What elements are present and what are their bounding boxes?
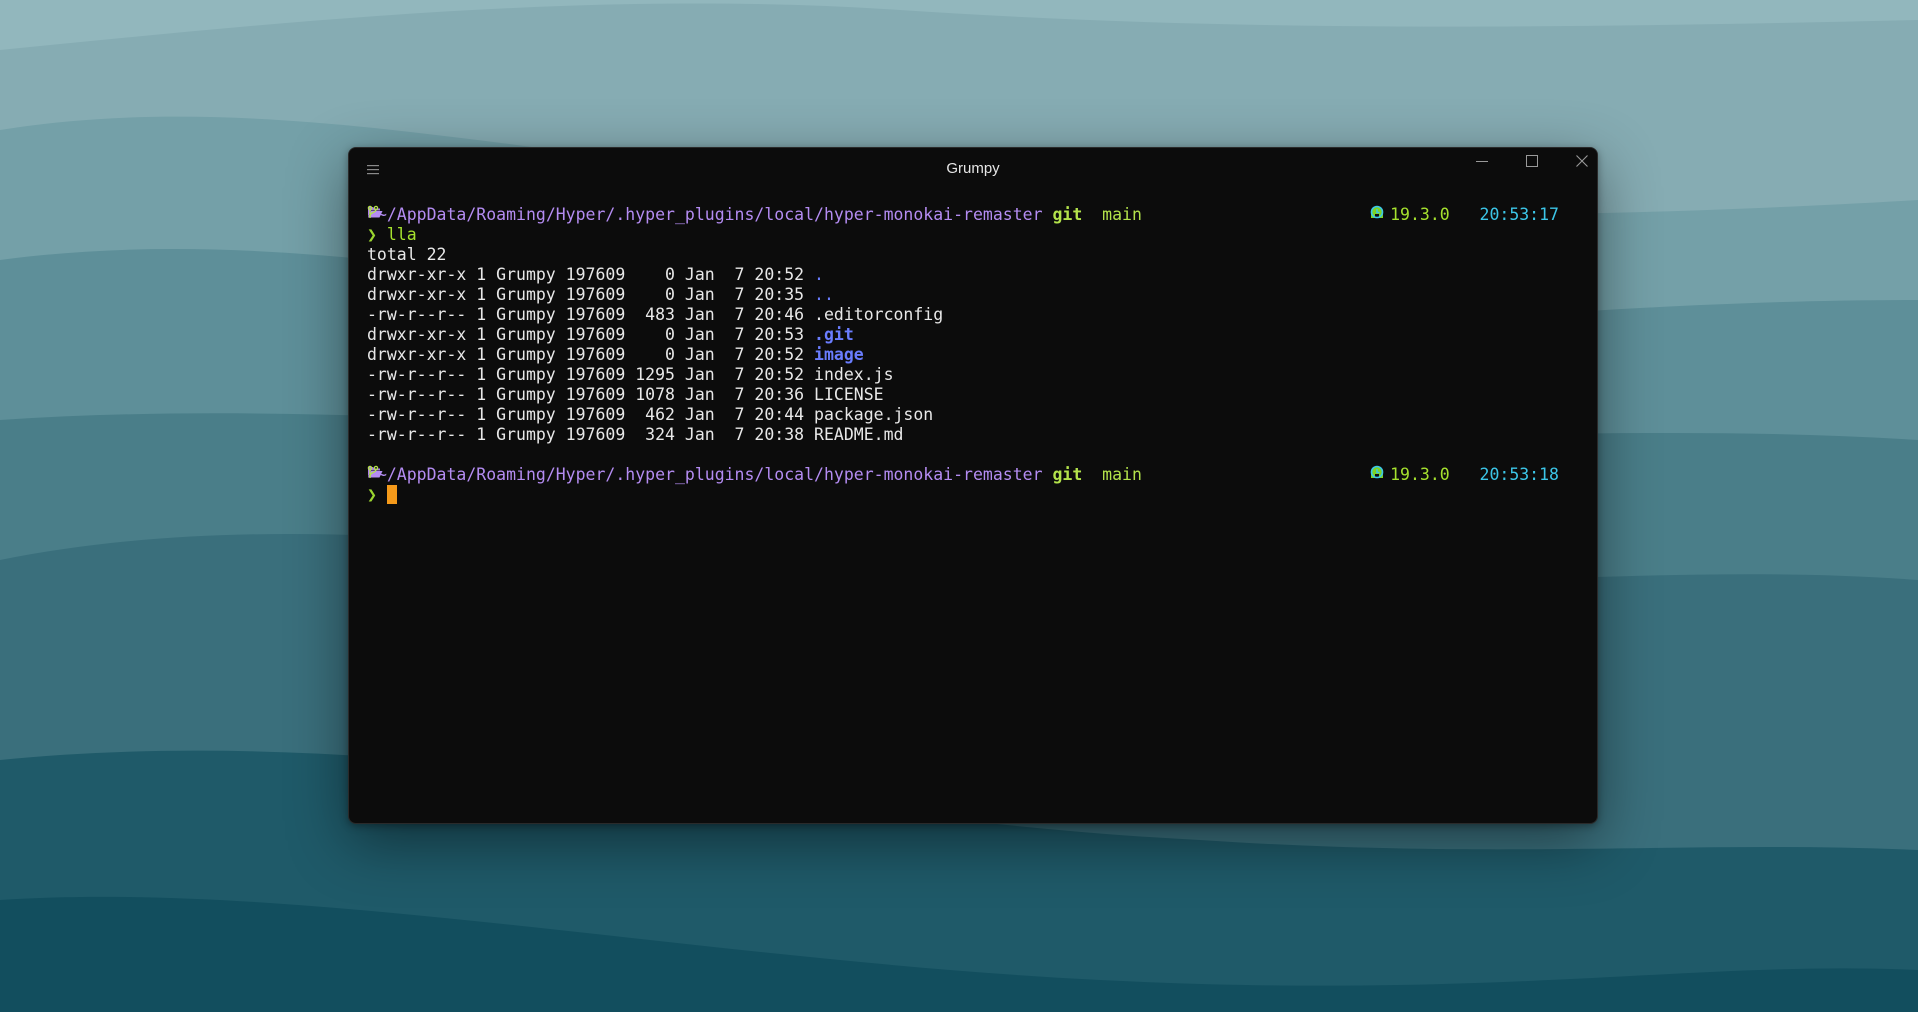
node-version: 19.3.0	[1390, 465, 1450, 484]
node-version: 19.3.0	[1390, 205, 1450, 224]
file-name: package.json	[814, 405, 934, 424]
git-branch: main	[1102, 465, 1142, 484]
file-name: LICENSE	[814, 385, 884, 404]
terminal-window: Grumpy ~/AppData/Roaming/Hyper/.hyper_pl…	[348, 147, 1598, 824]
close-icon	[1576, 155, 1588, 167]
file-meta: -rw-r--r-- 1 Grumpy 197609 1078 Jan 7 20…	[367, 385, 815, 404]
maximize-icon	[1526, 155, 1538, 167]
prompt-time: 20:53:17	[1479, 205, 1559, 224]
list-item: -rw-r--r-- 1 Grumpy 197609 1078 Jan 7 20…	[367, 385, 1579, 405]
git-label: git	[1052, 205, 1083, 224]
list-item: -rw-r--r-- 1 Grumpy 197609 462 Jan 7 20:…	[367, 405, 1579, 425]
file-meta: drwxr-xr-x 1 Grumpy 197609 0 Jan 7 20:35	[367, 285, 815, 304]
close-button[interactable]	[1575, 154, 1597, 186]
list-item: -rw-r--r-- 1 Grumpy 197609 483 Jan 7 20:…	[367, 305, 1579, 325]
command-line: ❯ lla	[367, 225, 1579, 245]
minimize-button[interactable]	[1475, 154, 1519, 186]
file-meta: drwxr-xr-x 1 Grumpy 197609 0 Jan 7 20:52	[367, 265, 815, 284]
command-line[interactable]: ❯	[367, 485, 1579, 505]
git-label: git	[1052, 465, 1083, 484]
file-name: image	[814, 345, 864, 364]
list-item: -rw-r--r-- 1 Grumpy 197609 324 Jan 7 20:…	[367, 425, 1579, 445]
file-meta: -rw-r--r-- 1 Grumpy 197609 324 Jan 7 20:…	[367, 425, 815, 444]
file-meta: drwxr-xr-x 1 Grumpy 197609 0 Jan 7 20:52	[367, 345, 815, 364]
command-text: lla	[386, 225, 417, 244]
file-name: .git	[814, 325, 854, 344]
file-name: .	[814, 265, 824, 284]
file-meta: -rw-r--r-- 1 Grumpy 197609 462 Jan 7 20:…	[367, 405, 815, 424]
file-name: .editorconfig	[814, 305, 944, 324]
file-meta: -rw-r--r-- 1 Grumpy 197609 483 Jan 7 20:…	[367, 305, 815, 324]
file-meta: -rw-r--r-- 1 Grumpy 197609 1295 Jan 7 20…	[367, 365, 815, 384]
current-path: ~/AppData/Roaming/Hyper/.hyper_plugins/l…	[376, 205, 1043, 224]
prompt-arrow: ❯	[367, 485, 377, 504]
git-branch: main	[1102, 205, 1142, 224]
prompt-right-info: 19.3.0 20:53:18	[1370, 465, 1559, 485]
prompt-right-info: 19.3.0 20:53:17	[1370, 205, 1559, 225]
prompt-time: 20:53:18	[1479, 465, 1559, 484]
maximize-button[interactable]	[1525, 154, 1569, 186]
listing-total: total 22	[367, 245, 447, 264]
file-name: ..	[814, 285, 834, 304]
terminal-output[interactable]: ~/AppData/Roaming/Hyper/.hyper_plugins/l…	[367, 205, 1579, 813]
prompt-arrow: ❯	[367, 225, 377, 244]
file-name: README.md	[814, 425, 904, 444]
window-title: Grumpy	[946, 160, 1000, 177]
listing-rows: drwxr-xr-x 1 Grumpy 197609 0 Jan 7 20:52…	[367, 265, 1579, 445]
list-item: drwxr-xr-x 1 Grumpy 197609 0 Jan 7 20:35…	[367, 285, 1579, 305]
current-path: ~/AppData/Roaming/Hyper/.hyper_plugins/l…	[376, 465, 1043, 484]
prompt-line: ~/AppData/Roaming/Hyper/.hyper_plugins/l…	[367, 205, 1579, 225]
title-bar[interactable]: Grumpy	[349, 148, 1597, 192]
list-item: drwxr-xr-x 1 Grumpy 197609 0 Jan 7 20:52…	[367, 345, 1579, 365]
list-item: drwxr-xr-x 1 Grumpy 197609 0 Jan 7 20:52…	[367, 265, 1579, 285]
desktop-wallpaper: Grumpy ~/AppData/Roaming/Hyper/.hyper_pl…	[0, 0, 1918, 1012]
text-cursor	[386, 485, 397, 504]
list-item: -rw-r--r-- 1 Grumpy 197609 1295 Jan 7 20…	[367, 365, 1579, 385]
file-name: index.js	[814, 365, 894, 384]
minimize-icon	[1476, 161, 1488, 162]
prompt-line: ~/AppData/Roaming/Hyper/.hyper_plugins/l…	[367, 465, 1579, 485]
list-item: drwxr-xr-x 1 Grumpy 197609 0 Jan 7 20:53…	[367, 325, 1579, 345]
file-meta: drwxr-xr-x 1 Grumpy 197609 0 Jan 7 20:53	[367, 325, 815, 344]
